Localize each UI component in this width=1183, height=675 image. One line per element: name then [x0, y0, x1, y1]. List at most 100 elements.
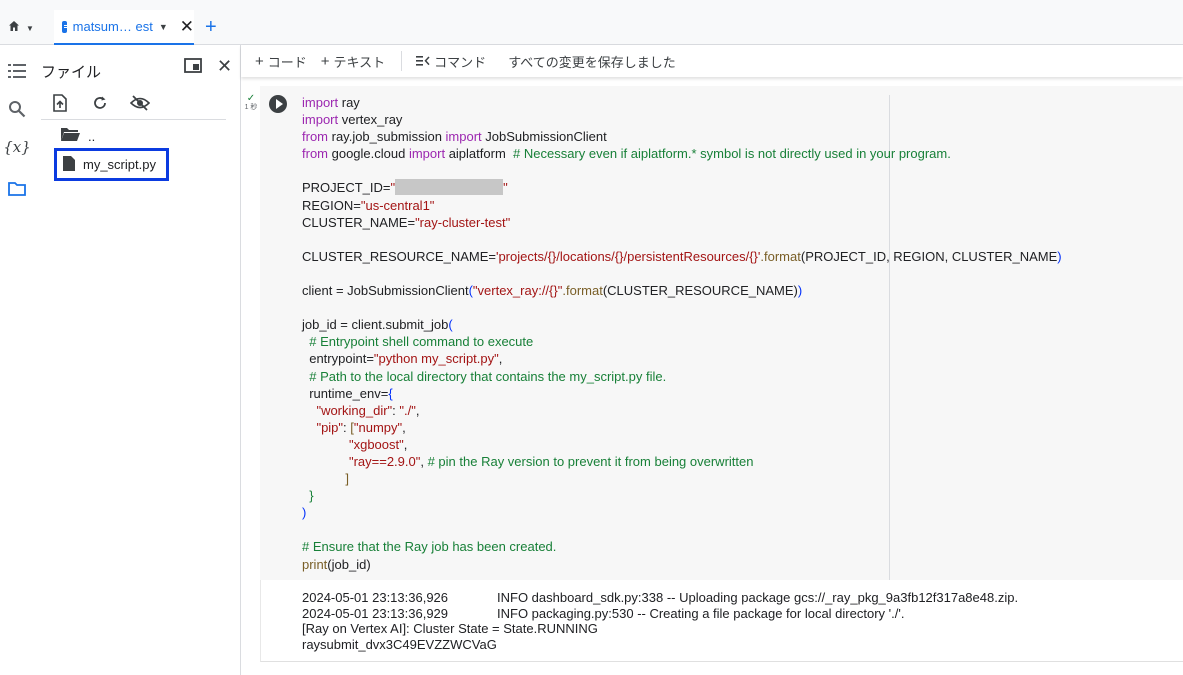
- code-token: ): [797, 283, 803, 299]
- redacted-value: [395, 179, 504, 196]
- log-message: INFO packaging.py:530 -- Creating a file…: [497, 605, 905, 621]
- notebook-icon: [62, 20, 70, 33]
- add-text-label: テキスト: [333, 54, 386, 70]
- run-cell-button[interactable]: [269, 95, 287, 113]
- add-text-button[interactable]: + テキスト: [321, 52, 385, 71]
- code-token: # Ensure that the Ray job has been creat…: [302, 539, 557, 555]
- code-line: # Entrypoint shell command to execute: [302, 333, 1062, 350]
- code-token: {: [388, 385, 393, 401]
- code-line: ]: [302, 470, 1062, 487]
- log-message: [Ray on Vertex AI]: Cluster State = Stat…: [302, 621, 598, 636]
- code-token: ,: [420, 453, 428, 469]
- code-line: import vertex_ray: [302, 111, 1062, 128]
- parent-directory[interactable]: ..: [60, 127, 95, 145]
- search-icon[interactable]: [7, 99, 27, 119]
- output-line: [Ray on Vertex AI]: Cluster State = Stat…: [302, 621, 1018, 637]
- code-token: runtime_env=: [302, 385, 389, 401]
- code-line: # Ensure that the Ray job has been creat…: [302, 538, 1062, 555]
- code-token: }: [309, 488, 314, 504]
- folder-open-icon: [60, 127, 80, 145]
- code-line: job_id = client.submit_job(: [302, 316, 1062, 333]
- code-token: ,: [403, 436, 408, 452]
- execution-time: 1 秒: [244, 104, 258, 111]
- code-line: ): [302, 504, 1062, 521]
- command-palette-button[interactable]: コマンド: [416, 52, 486, 71]
- code-token: "working_dir": [316, 402, 393, 418]
- home-icon: [8, 19, 20, 37]
- variables-icon[interactable]: {x}: [3, 137, 31, 157]
- code-token: from: [302, 146, 328, 162]
- code-token: "xgboost": [348, 436, 404, 452]
- code-token: import: [408, 146, 446, 162]
- add-tab-button[interactable]: +: [205, 17, 217, 37]
- close-icon[interactable]: ✕: [217, 57, 232, 75]
- code-token: "pip": [316, 419, 344, 435]
- chevron-down-icon[interactable]: ▼: [159, 22, 168, 32]
- code-line: REGION="us-central1": [302, 197, 1062, 214]
- code-token: PROJECT_ID=: [302, 180, 391, 196]
- output-line: 2024-05-01 23:13:36,929 INFO packaging.py…: [302, 606, 1018, 622]
- refresh-icon[interactable]: [90, 93, 110, 113]
- code-token: google.cloud: [328, 146, 409, 162]
- notebook-toolbar: + コード + テキスト コマンド すべての変更を保存しました: [241, 45, 1183, 77]
- check-icon: ✓: [246, 93, 256, 104]
- add-code-button[interactable]: + コード: [255, 52, 307, 71]
- files-panel: ファイル ✕ .. my_script.py: [34, 45, 240, 675]
- file-item-my-script[interactable]: my_script.py: [54, 148, 169, 181]
- code-token: ,: [415, 402, 420, 418]
- code-token: (job_id): [327, 556, 371, 572]
- toc-icon[interactable]: [7, 61, 27, 81]
- panel-divider: [240, 45, 241, 675]
- code-line: from google.cloud import aiplatform # Ne…: [302, 145, 1062, 162]
- code-token: "./": [399, 402, 416, 418]
- code-token: CLUSTER_NAME=: [302, 214, 416, 230]
- hide-icon[interactable]: [130, 93, 150, 113]
- files-toolbar: [50, 93, 150, 113]
- code-token: # pin the Ray version to prevent it from…: [427, 453, 754, 469]
- code-token: 'projects/{}/locations/{}/persistentReso…: [495, 248, 761, 264]
- file-name: my_script.py: [83, 157, 156, 172]
- log-timestamp: 2024-05-01 23:13:36,926: [302, 590, 449, 605]
- add-code-label: コード: [267, 54, 307, 70]
- home-menu-button[interactable]: ▼: [8, 16, 44, 40]
- upload-icon[interactable]: [50, 93, 70, 113]
- plus-icon: +: [255, 52, 264, 70]
- code-token: .format: [760, 248, 801, 264]
- code-token: ray.job_submission: [328, 129, 446, 145]
- code-editor[interactable]: import ray import vertex_ray from ray.job_…: [302, 94, 1062, 573]
- code-token: ): [1057, 248, 1062, 264]
- code-token: JobSubmissionClient: [481, 129, 607, 145]
- code-token: "python my_script.py": [373, 351, 499, 367]
- code-token: # Path to the local directory that conta…: [309, 368, 667, 384]
- code-token: .format: [562, 283, 603, 299]
- divider: [41, 119, 226, 120]
- code-line: client = JobSubmissionClient("vertex_ray…: [302, 282, 1062, 299]
- tab-notebook[interactable]: matsum… est ▼ ✕: [54, 10, 194, 45]
- code-token: (CLUSTER_RESOURCE_NAME): [602, 283, 798, 299]
- code-token: # Necessary even if aiplatform.* symbol …: [513, 146, 951, 162]
- code-token: job_id = client.submit_job: [302, 317, 449, 333]
- code-token: import: [302, 95, 339, 110]
- side-rail: {x}: [0, 45, 34, 675]
- code-token: aiplatform: [445, 146, 513, 162]
- code-line: entrypoint="python my_script.py",: [302, 350, 1062, 367]
- file-icon: [63, 155, 75, 174]
- code-token: ,: [498, 351, 503, 367]
- code-token: print: [302, 556, 328, 572]
- tab-bar: ▼ matsum… est ▼ ✕ +: [0, 0, 1183, 45]
- command-icon: [416, 54, 430, 69]
- toolbar-divider: [401, 51, 403, 71]
- command-label: コマンド: [434, 54, 487, 70]
- code-token: REGION=: [302, 197, 361, 213]
- output-text: 2024-05-01 23:13:36,926 INFO dashboard_sd…: [302, 590, 1018, 652]
- close-icon[interactable]: ✕: [180, 18, 194, 35]
- open-in-new-window-icon[interactable]: [184, 58, 202, 79]
- folder-icon[interactable]: [7, 178, 27, 198]
- code-line: CLUSTER_RESOURCE_NAME='projects/{}/locat…: [302, 248, 1062, 265]
